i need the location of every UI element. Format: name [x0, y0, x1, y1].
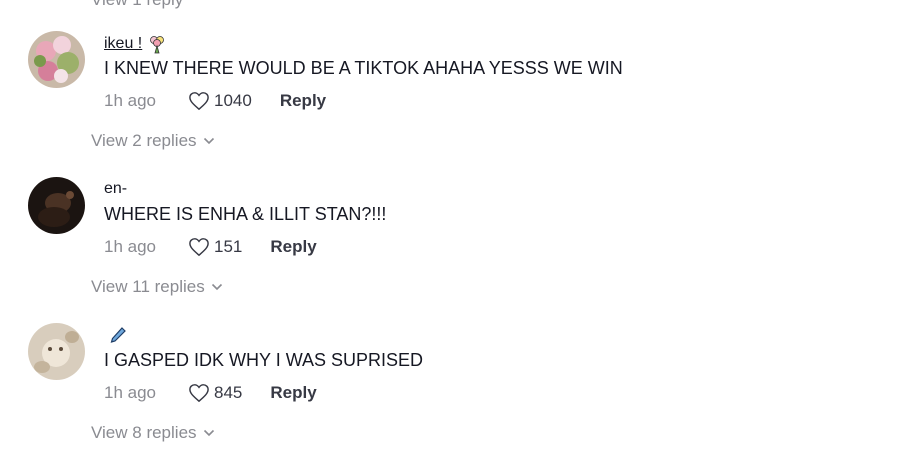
avatar[interactable]	[28, 323, 85, 380]
comment-text: WHERE IS ENHA & ILLIT STAN?!!!	[104, 204, 387, 224]
chevron-down-icon	[203, 429, 215, 437]
comment-author[interactable]	[104, 326, 127, 344]
like-button[interactable]: 151	[188, 237, 242, 257]
like-count: 845	[214, 383, 243, 402]
like-button[interactable]: 845	[188, 383, 242, 403]
reply-button[interactable]: Reply	[270, 237, 316, 257]
comment-time: 1h ago	[104, 91, 156, 110]
view-replies-label: View 8 replies	[91, 423, 197, 442]
comment-meta: 1h ago 1040 Reply	[104, 89, 326, 113]
like-button[interactable]: 1040	[188, 91, 252, 111]
comment-item: en- WHERE IS ENHA & ILLIT STAN?!!! 1h ag…	[0, 146, 922, 296]
heart-icon	[188, 383, 210, 403]
chevron-down-icon	[211, 283, 223, 291]
comment-author[interactable]: en-	[104, 180, 127, 198]
pen-icon	[109, 326, 127, 344]
comment-time: 1h ago	[104, 383, 156, 402]
author-name[interactable]: ikeu !	[104, 35, 142, 53]
like-count: 1040	[214, 91, 252, 110]
comment-meta: 1h ago 151 Reply	[104, 235, 317, 259]
avatar[interactable]	[28, 31, 85, 88]
comment-meta: 1h ago 845 Reply	[104, 381, 317, 405]
rose-bouquet-icon	[147, 34, 167, 54]
chevron-down-icon	[203, 137, 215, 145]
reply-button[interactable]: Reply	[280, 91, 326, 111]
comment-item: I GASPED IDK WHY I WAS SUPRISED 1h ago 8…	[0, 292, 922, 442]
heart-icon	[188, 91, 210, 111]
comment-author[interactable]: ikeu !	[104, 34, 167, 54]
like-count: 151	[214, 237, 243, 256]
comment-item: ikeu ! I KNEW THERE WOULD BE A TIKTOK AH…	[0, 0, 922, 150]
reply-button[interactable]: Reply	[270, 383, 316, 403]
avatar[interactable]	[28, 177, 85, 234]
comment-time: 1h ago	[104, 237, 156, 256]
comment-text: I KNEW THERE WOULD BE A TIKTOK AHAHA YES…	[104, 58, 623, 78]
comment-text: I GASPED IDK WHY I WAS SUPRISED	[104, 350, 424, 370]
heart-icon	[188, 237, 210, 257]
view-replies-button[interactable]: View 8 replies	[91, 423, 215, 443]
author-name[interactable]: en-	[104, 180, 127, 198]
